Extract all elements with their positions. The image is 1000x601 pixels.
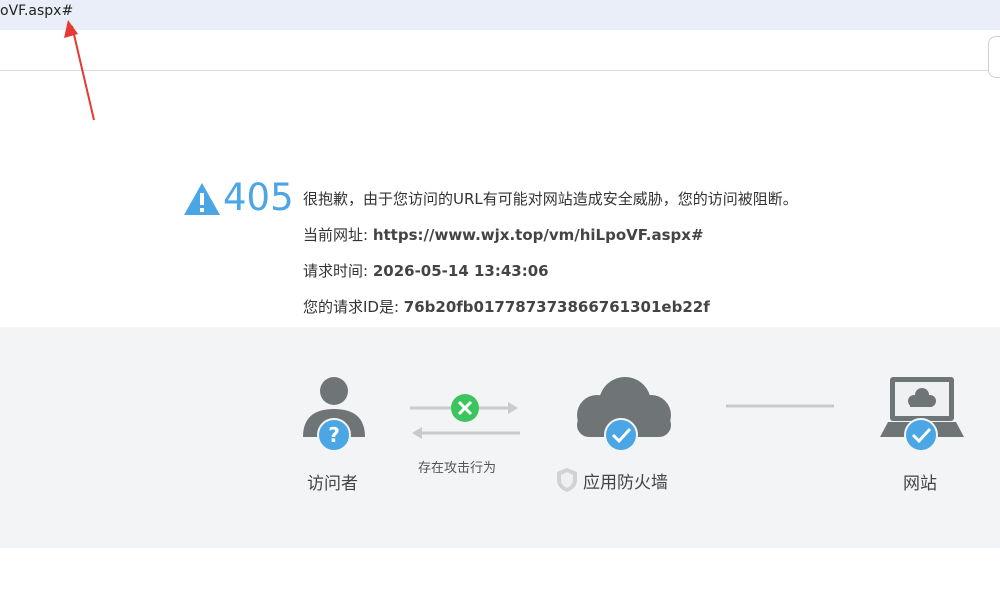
annotation-arrow-icon bbox=[64, 20, 95, 121]
flow-diagram: ? 访问者 存在攻击行为 应用防火墙 网站 bbox=[0, 327, 1000, 548]
error-code: 405 bbox=[223, 176, 294, 219]
request-id-value: 76b20fb017787373866761301eb22f bbox=[403, 298, 710, 316]
error-message: 很抱歉，由于您访问的URL有可能对网站造成安全威胁，您的访问被阻断。 bbox=[303, 190, 798, 208]
check-badge-icon bbox=[904, 418, 938, 452]
visitor-icon: ? bbox=[303, 377, 365, 452]
connector-line bbox=[726, 404, 834, 408]
current-url-value: https://www.wjx.top/vm/hiLpoVF.aspx# bbox=[372, 226, 704, 244]
check-badge-icon bbox=[604, 418, 638, 452]
request-id-line: 您的请求ID是: 76b20fb017787373866761301eb22f bbox=[303, 295, 993, 331]
error-details: 很抱歉，由于您访问的URL有可能对网站造成安全威胁，您的访问被阻断。 当前网址:… bbox=[303, 187, 993, 331]
attack-label: 存在攻击行为 bbox=[418, 461, 497, 476]
request-id-label: 您的请求ID是: bbox=[303, 298, 404, 316]
browser-toolbar-strip bbox=[0, 30, 1000, 71]
website-label: 网站 bbox=[903, 474, 937, 494]
request-time-value: 2026-05-14 13:43:06 bbox=[372, 262, 549, 280]
address-url-text: oVF.aspx# bbox=[0, 3, 74, 19]
cloud-firewall-icon bbox=[577, 377, 671, 452]
side-panel-tab[interactable] bbox=[988, 36, 1000, 78]
website-laptop-icon bbox=[880, 377, 964, 452]
warning-icon bbox=[184, 183, 220, 215]
address-bar[interactable]: oVF.aspx# bbox=[0, 0, 1000, 30]
shield-icon bbox=[557, 468, 577, 492]
svg-text:?: ? bbox=[328, 423, 340, 447]
request-time-line: 请求时间: 2026-05-14 13:43:06 bbox=[303, 259, 993, 295]
request-time-label: 请求时间: bbox=[303, 262, 373, 280]
blocked-arrows bbox=[410, 394, 520, 439]
firewall-label: 应用防火墙 bbox=[583, 473, 668, 493]
visitor-label: 访问者 bbox=[307, 474, 358, 494]
current-url-label: 当前网址: bbox=[303, 226, 373, 244]
current-url-line: 当前网址: https://www.wjx.top/vm/hiLpoVF.asp… bbox=[303, 223, 993, 259]
